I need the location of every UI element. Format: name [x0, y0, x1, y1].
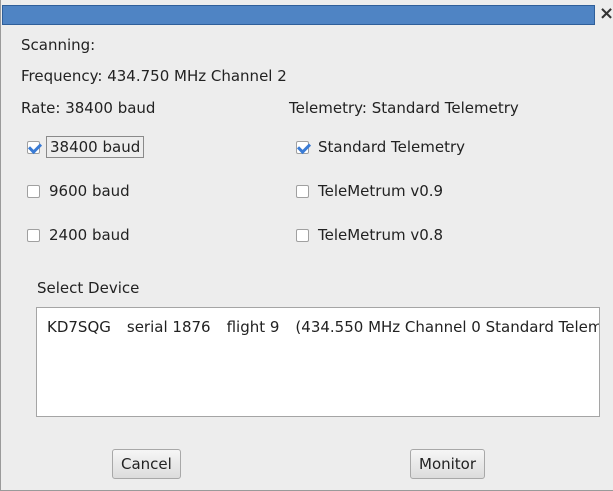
checkbox-checked-icon[interactable]	[296, 140, 309, 154]
checkbox-unchecked-icon[interactable]	[296, 184, 309, 198]
select-device-label: Select Device	[37, 279, 140, 297]
rate-option-label: 2400 baud	[49, 226, 130, 244]
checkbox-unchecked-icon[interactable]	[296, 228, 309, 242]
close-icon[interactable]: ×	[599, 2, 613, 26]
device-callsign: KD7SQG	[47, 318, 111, 336]
telemetry-option-standard[interactable]: Standard Telemetry	[296, 134, 468, 160]
device-serial: serial 1876	[126, 318, 211, 336]
cancel-button[interactable]: Cancel	[112, 449, 181, 479]
device-info: (434.550 MHz Channel 0 Standard Telemetr…	[295, 318, 600, 336]
rate-option-label: 38400 baud	[46, 136, 145, 158]
device-list[interactable]: KD7SQG serial 1876 flight 9 (434.550 MHz Ch…	[36, 307, 600, 417]
checkbox-unchecked-icon[interactable]	[27, 184, 40, 198]
title-bar[interactable]	[2, 5, 595, 25]
list-item[interactable]: KD7SQG serial 1876 flight 9 (434.550 MHz Ch…	[47, 318, 600, 336]
monitor-button[interactable]: Monitor	[410, 449, 486, 479]
device-flight: flight 9	[226, 318, 280, 336]
telemetry-option-v09[interactable]: TeleMetrum v0.9	[296, 178, 446, 204]
frequency-label: Frequency: 434.750 MHz Channel 2	[21, 67, 287, 85]
rate-option-label: 9600 baud	[49, 182, 130, 200]
rate-option-9600[interactable]: 9600 baud	[27, 178, 133, 204]
scan-dialog: × Scanning: Frequency: 434.750 MHz Chann…	[0, 0, 613, 491]
checkbox-checked-icon[interactable]	[27, 140, 40, 154]
scanning-label: Scanning:	[21, 36, 96, 54]
telemetry-option-v08[interactable]: TeleMetrum v0.8	[296, 222, 446, 248]
rate-option-38400[interactable]: 38400 baud	[27, 134, 145, 160]
telemetry-option-label: TeleMetrum v0.9	[318, 182, 444, 200]
rate-option-2400[interactable]: 2400 baud	[27, 222, 133, 248]
telemetry-option-label: Standard Telemetry	[318, 138, 466, 156]
telemetry-option-label: TeleMetrum v0.8	[318, 226, 444, 244]
rate-label: Rate: 38400 baud	[21, 99, 156, 117]
telemetry-label: Telemetry: Standard Telemetry	[289, 99, 519, 117]
checkbox-unchecked-icon[interactable]	[27, 228, 40, 242]
